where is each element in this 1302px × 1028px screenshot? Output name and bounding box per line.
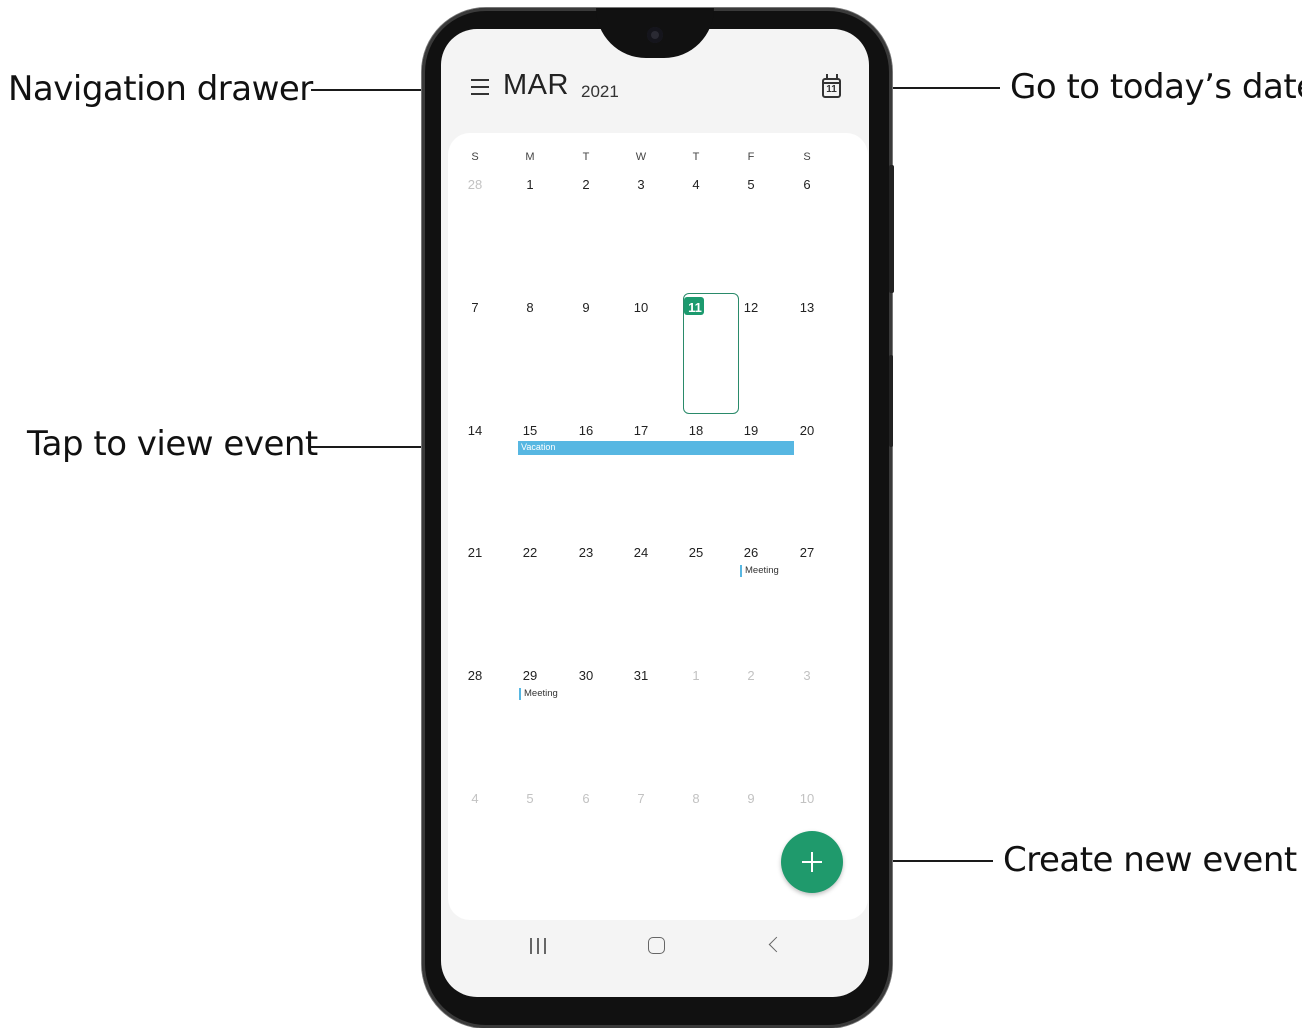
weekday-header: M xyxy=(525,151,535,163)
day-cell[interactable]: 26 xyxy=(731,545,771,560)
day-cell[interactable]: 7 xyxy=(621,791,661,806)
day-cell[interactable]: 10 xyxy=(787,791,827,806)
day-cell[interactable]: 3 xyxy=(621,177,661,192)
day-cell[interactable]: 12 xyxy=(731,300,771,315)
day-cell[interactable]: 8 xyxy=(510,300,550,315)
day-cell[interactable]: 24 xyxy=(621,545,661,560)
day-cell[interactable]: 8 xyxy=(676,791,716,806)
day-cell[interactable]: 18 xyxy=(676,423,716,438)
recents-icon[interactable] xyxy=(528,937,548,955)
event-vacation-label: Vacation xyxy=(521,442,556,452)
create-event-button[interactable] xyxy=(781,831,843,893)
day-cell[interactable]: 9 xyxy=(566,300,606,315)
day-cell[interactable]: 6 xyxy=(566,791,606,806)
day-cell[interactable]: 3 xyxy=(787,668,827,683)
weekday-header: T xyxy=(692,151,700,163)
day-cell[interactable]: 22 xyxy=(510,545,550,560)
month-title[interactable]: MAR xyxy=(503,69,569,102)
weekday-header: S xyxy=(803,151,811,163)
day-cell[interactable]: 30 xyxy=(566,668,606,683)
day-cell[interactable]: 4 xyxy=(676,177,716,192)
front-camera xyxy=(647,27,663,43)
day-cell[interactable]: 10 xyxy=(621,300,661,315)
calendar-today-icon[interactable]: 11 xyxy=(819,73,847,103)
day-cell[interactable]: 23 xyxy=(566,545,606,560)
day-cell[interactable]: 28 xyxy=(455,668,495,683)
weekday-header: W xyxy=(635,151,647,163)
weekday-header: S xyxy=(471,151,479,163)
day-cell[interactable]: 25 xyxy=(676,545,716,560)
event-meeting-29[interactable]: Meeting xyxy=(519,688,558,700)
hamburger-menu-icon[interactable] xyxy=(466,72,494,104)
day-cell[interactable]: 2 xyxy=(731,668,771,683)
day-cell[interactable]: 5 xyxy=(731,177,771,192)
day-cell[interactable]: 16 xyxy=(566,423,606,438)
callout-navigation-drawer: Navigation drawer xyxy=(8,69,313,109)
day-cell[interactable]: 2 xyxy=(566,177,606,192)
day-cell[interactable]: 20 xyxy=(787,423,827,438)
day-cell[interactable]: 15 xyxy=(510,423,550,438)
day-cell[interactable]: 1 xyxy=(510,177,550,192)
today-icon-day: 11 xyxy=(826,84,837,95)
volume-button xyxy=(889,165,894,293)
callout-today: Go to today’s date xyxy=(1010,67,1302,107)
callout-create-event: Create new event xyxy=(1003,840,1297,880)
home-icon[interactable] xyxy=(648,937,665,954)
year-title[interactable]: 2021 xyxy=(581,82,619,102)
event-vacation[interactable]: Vacation xyxy=(518,441,794,455)
day-cell[interactable]: 29 xyxy=(510,668,550,683)
day-cell[interactable]: 6 xyxy=(787,177,827,192)
day-cell[interactable]: 7 xyxy=(455,300,495,315)
day-cell[interactable]: 9 xyxy=(731,791,771,806)
day-cell[interactable]: 21 xyxy=(455,545,495,560)
weekday-header: F xyxy=(747,151,755,163)
day-cell[interactable]: 31 xyxy=(621,668,661,683)
day-cell[interactable]: 1 xyxy=(676,668,716,683)
event-meeting-26[interactable]: Meeting xyxy=(740,565,779,577)
day-cell[interactable]: 17 xyxy=(621,423,661,438)
day-cell[interactable]: 14 xyxy=(455,423,495,438)
day-cell[interactable]: 19 xyxy=(731,423,771,438)
day-cell[interactable]: 4 xyxy=(455,791,495,806)
power-button xyxy=(889,355,893,447)
day-cell[interactable]: 27 xyxy=(787,545,827,560)
callout-view-event: Tap to view event xyxy=(27,424,318,464)
weekday-header: T xyxy=(582,151,590,163)
day-cell[interactable]: 11 xyxy=(675,300,715,315)
day-cell[interactable]: 13 xyxy=(787,300,827,315)
day-cell[interactable]: 5 xyxy=(510,791,550,806)
day-cell[interactable]: 28 xyxy=(455,177,495,192)
